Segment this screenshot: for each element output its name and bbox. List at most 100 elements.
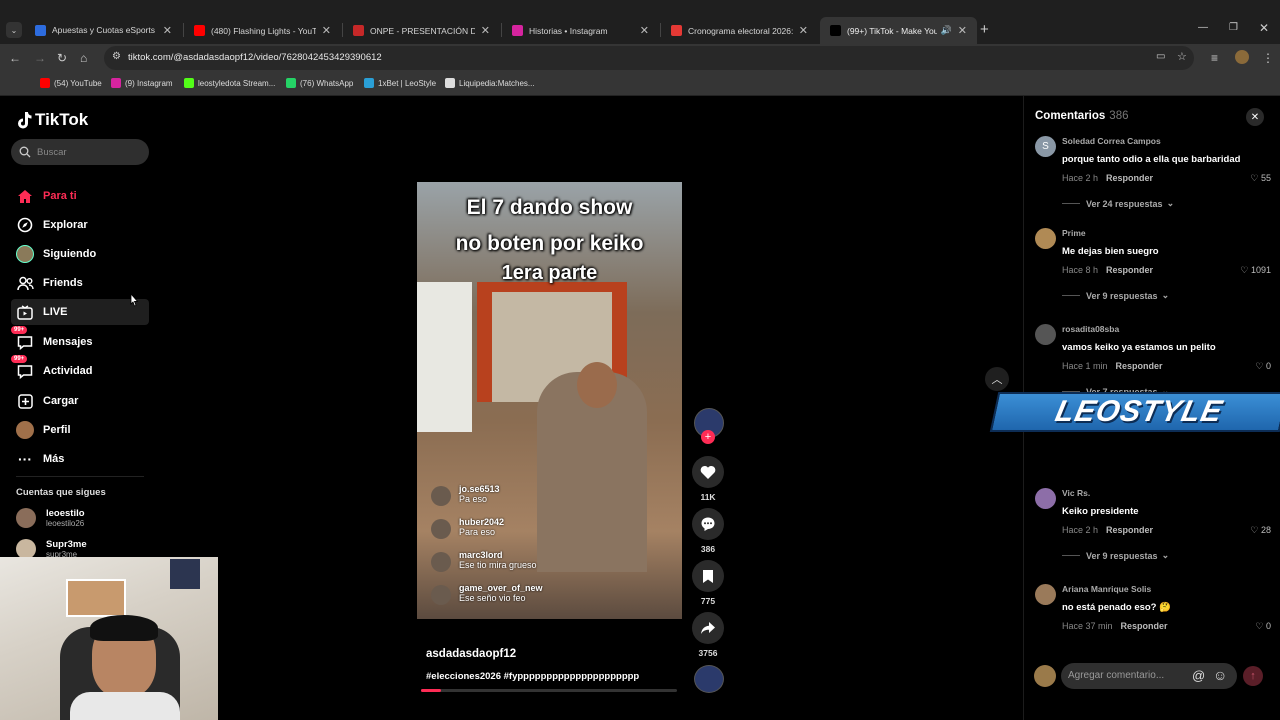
music-disc-icon[interactable] (694, 665, 724, 693)
wall-poster (66, 579, 126, 617)
sidebar-item-label: Mensajes (43, 336, 93, 348)
like-button[interactable] (692, 456, 724, 488)
share-button[interactable] (692, 612, 724, 644)
browser-tab[interactable]: Apuestas y Cuotas eSports ⊳ A ✕ (25, 17, 182, 44)
bookmark-label: leostyledota Stream... (198, 78, 276, 88)
close-tab-icon[interactable]: ✕ (481, 24, 490, 37)
bookmark-item[interactable]: Liquipedia:Matches... (445, 78, 535, 88)
bookmark-item[interactable]: (9) Instagram (111, 78, 173, 88)
install-app-icon[interactable]: ▭ (1156, 51, 1165, 62)
close-tab-icon[interactable]: ✕ (958, 24, 967, 37)
view-replies-label: Ver 9 respuestas (1086, 550, 1158, 561)
avatar[interactable] (1035, 324, 1056, 345)
comment-like-button[interactable]: ♡ 55 (1250, 173, 1271, 184)
comment-like-button[interactable]: ♡ 0 (1255, 621, 1271, 632)
tab-search-button[interactable]: ⌄ (6, 22, 22, 38)
bookmark-item[interactable]: (54) YouTube (40, 78, 102, 88)
comment-user[interactable]: rosadita08sba (1062, 324, 1119, 334)
browser-tab[interactable]: Historias • Instagram ✕ (502, 17, 659, 44)
sidebar-item-label: Explorar (43, 219, 88, 231)
heart-outline-icon: ♡ (1250, 525, 1259, 535)
comment-like-button[interactable]: ♡ 1091 (1240, 265, 1271, 276)
account-handle: leoestilo26 (46, 519, 85, 528)
close-comments-button[interactable]: ✕ (1246, 108, 1264, 126)
profile-avatar-icon[interactable] (1235, 50, 1249, 64)
browser-tab[interactable]: Cronograma electoral 2026: fe ✕ (661, 17, 818, 44)
avatar[interactable]: S (1035, 136, 1056, 157)
close-tab-icon[interactable]: ✕ (799, 24, 808, 37)
comment-input[interactable]: Agregar comentario... @ ☺ (1061, 663, 1237, 689)
comment-like-button[interactable]: ♡ 28 (1250, 525, 1271, 536)
close-tab-icon[interactable]: ✕ (322, 24, 331, 37)
bookmarks-bar: (54) YouTube (9) Instagram leostyledota St… (0, 72, 1280, 96)
live-comment: game_over_of_new Ese seño vio feo (431, 583, 543, 605)
comment-user[interactable]: Soledad Correa Campos (1062, 136, 1161, 146)
forward-button[interactable]: → (34, 51, 46, 65)
following-account[interactable]: leoestilo leoestilo26 (16, 508, 85, 528)
home-button[interactable]: ⌂ (80, 51, 87, 65)
search-icon (19, 146, 31, 158)
browser-menu-icon[interactable]: ⋮ (1262, 51, 1274, 65)
url-field[interactable]: ⚙ tiktok.com/@asdadasdaopf12/video/76280… (104, 46, 1194, 70)
video-author[interactable]: asdadasdaopf12 (426, 648, 516, 660)
sidebar-item-actividad[interactable]: 99+ Actividad (11, 355, 149, 384)
close-window-button[interactable]: ✕ (1259, 21, 1269, 35)
comment-like-count: 0 (1265, 361, 1271, 371)
view-replies-button[interactable]: Ver 9 respuestas ⌄ (1062, 290, 1169, 301)
tiktok-logo[interactable]: TikTok (16, 110, 88, 130)
new-tab-button[interactable]: + (980, 21, 989, 38)
bookmark-item[interactable]: (76) WhatsApp (286, 78, 353, 88)
sidebar-item-mensajes[interactable]: 99+ Mensajes (11, 326, 149, 355)
profile-icon (16, 421, 34, 439)
mention-icon[interactable]: @ (1192, 668, 1205, 683)
site-info-icon[interactable]: ⚙ (112, 51, 121, 62)
reload-button[interactable]: ↻ (57, 51, 67, 65)
comment-like-button[interactable]: ♡ 0 (1255, 361, 1271, 372)
comment-button[interactable] (692, 508, 724, 540)
view-replies-button[interactable]: Ver 24 respuestas ⌄ (1062, 198, 1174, 209)
sidebar-item-cargar[interactable]: Cargar (11, 388, 149, 414)
comment-time: Hace 2 h (1062, 525, 1099, 535)
media-controls-icon[interactable]: ≡ (1211, 51, 1218, 65)
reply-button[interactable]: Responder (1116, 361, 1163, 371)
comment-user[interactable]: Vic Rs. (1062, 488, 1090, 498)
view-replies-button[interactable]: Ver 9 respuestas ⌄ (1062, 550, 1169, 561)
follow-plus-icon[interactable]: + (701, 430, 715, 444)
avatar[interactable] (1035, 228, 1056, 249)
sidebar-item-explorar[interactable]: Explorar (11, 212, 149, 238)
sidebar-item-m-s[interactable]: ··· Más (11, 446, 149, 472)
reply-button[interactable]: Responder (1106, 525, 1153, 535)
search-input[interactable]: Buscar (11, 139, 149, 165)
maximize-button[interactable]: ❐ (1229, 22, 1238, 33)
avatar[interactable] (1035, 584, 1056, 605)
emoji-icon[interactable]: ☺ (1213, 667, 1227, 683)
browser-tab[interactable]: ONPE - PRESENTACIÓN DE RES ✕ (343, 17, 500, 44)
bookmark-item[interactable]: 1xBet | LeoStyle (364, 78, 436, 88)
browser-tab[interactable]: (99+) TikTok - Make Your Da🔊 ✕ (820, 17, 977, 44)
following-account[interactable]: Supr3me supr3me (16, 539, 87, 559)
sidebar-item-para-ti[interactable]: Para ti (11, 183, 149, 209)
sidebar-item-perfil[interactable]: Perfil (11, 417, 149, 443)
video-progress-bar[interactable] (421, 689, 677, 692)
save-button[interactable] (692, 560, 724, 592)
minimize-button[interactable]: — (1198, 22, 1208, 33)
reply-button[interactable]: Responder (1106, 173, 1153, 183)
send-comment-button[interactable]: ↑ (1243, 666, 1263, 686)
comment-user[interactable]: Prime (1062, 228, 1086, 238)
video-player[interactable]: El 7 dando show no boten por keiko 1era … (417, 182, 682, 619)
back-button[interactable]: ← (9, 51, 21, 65)
reply-button[interactable]: Responder (1121, 621, 1168, 631)
bookmark-item[interactable]: leostyledota Stream... (184, 78, 275, 88)
comment-like-count: 0 (1265, 621, 1271, 631)
comment-user[interactable]: Ariana Manrique Solis (1062, 584, 1151, 594)
bookmark-star-icon[interactable]: ☆ (1177, 50, 1187, 63)
chevron-down-icon: ⌄ (1161, 550, 1170, 560)
browser-tab[interactable]: (480) Flashing Lights - YouTube ✕ (184, 17, 341, 44)
video-description[interactable]: #elecciones2026 #fyppppppppppppppppppppp (426, 671, 639, 682)
avatar[interactable] (1035, 488, 1056, 509)
sidebar-divider (16, 476, 144, 477)
sidebar-item-siguiendo[interactable]: Siguiendo (11, 241, 149, 267)
close-tab-icon[interactable]: ✕ (163, 24, 172, 37)
close-tab-icon[interactable]: ✕ (640, 24, 649, 37)
reply-button[interactable]: Responder (1106, 265, 1153, 275)
